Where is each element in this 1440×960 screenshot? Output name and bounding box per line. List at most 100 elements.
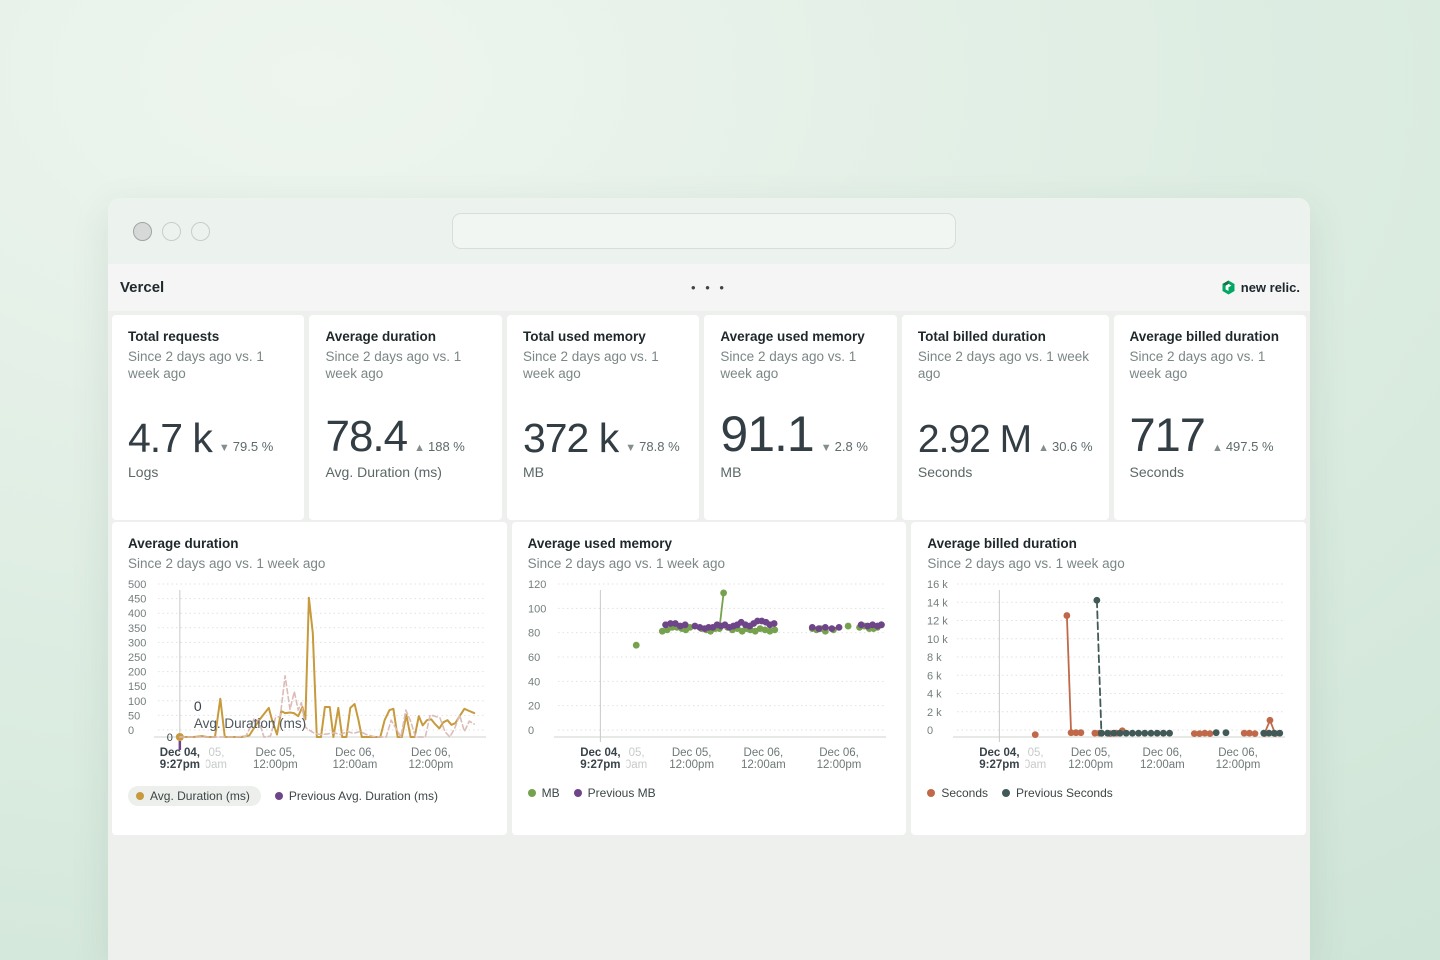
chart-legend: MB Previous MB	[528, 786, 891, 800]
svg-text:12 k: 12 k	[927, 616, 948, 628]
card-unit: MB	[523, 464, 683, 480]
svg-text:2 k: 2 k	[927, 707, 942, 719]
legend-label: Seconds	[941, 786, 988, 800]
card-subtitle: Since 2 days ago vs. 1 week ago	[720, 348, 880, 383]
svg-text:40: 40	[528, 677, 540, 689]
svg-text:Dec 06,: Dec 06,	[335, 747, 375, 759]
window-minimize-button[interactable]	[162, 222, 181, 241]
chart-subtitle: Since 2 days ago vs. 1 week ago	[927, 555, 1290, 573]
svg-text:Dec 06,: Dec 06,	[411, 747, 451, 759]
chart-subtitle: Since 2 days ago vs. 1 week ago	[528, 555, 891, 573]
card-title: Average billed duration	[1130, 329, 1290, 346]
svg-text:8 k: 8 k	[927, 652, 942, 664]
ellipsis-menu-button[interactable]: • • •	[683, 277, 735, 298]
trend-down-icon: ▼	[625, 442, 636, 454]
svg-text:Dec 05,: Dec 05,	[256, 747, 296, 759]
card-unit: Seconds	[1130, 464, 1290, 480]
average-billed-duration-chart[interactable]: 16 k14 k12 k10 k8 k6 k4 k2 k0Dec 06,12:0…	[927, 580, 1289, 776]
svg-text:12:00pm: 12:00pm	[816, 759, 861, 771]
chart-panel-average-used-memory[interactable]: Average used memory Since 2 days ago vs.…	[512, 522, 907, 835]
legend-label: Avg. Duration (ms)	[150, 789, 250, 803]
delta-value: 497.5 %	[1226, 439, 1274, 454]
average-used-memory-chart[interactable]: 120100806040200Dec 06,12:00pmDec 06,12:0…	[528, 580, 890, 776]
card-total-billed-duration[interactable]: Total billed duration Since 2 days ago v…	[902, 315, 1109, 520]
card-total-used-memory[interactable]: Total used memory Since 2 days ago vs. 1…	[507, 315, 699, 520]
trend-up-icon: ▲	[414, 442, 425, 454]
card-unit: Logs	[128, 464, 288, 480]
svg-text:12:00am: 12:00am	[333, 759, 378, 771]
card-unit: MB	[720, 464, 880, 480]
svg-text:0: 0	[167, 732, 173, 744]
card-average-duration[interactable]: Average duration Since 2 days ago vs. 1 …	[309, 315, 501, 520]
svg-text:300: 300	[128, 638, 146, 650]
legend-item[interactable]: Previous Seconds	[1002, 786, 1113, 800]
chart-title: Average used memory	[528, 536, 891, 553]
card-title: Total requests	[128, 329, 288, 346]
svg-text:200: 200	[128, 667, 146, 679]
svg-text:12:00pm: 12:00pm	[408, 759, 453, 771]
svg-text:Dec 05,: Dec 05,	[671, 747, 711, 759]
legend-label: MB	[542, 786, 560, 800]
svg-text:150: 150	[128, 682, 146, 694]
legend-label: Previous Seconds	[1016, 786, 1113, 800]
legend-label: Previous Avg. Duration (ms)	[289, 789, 438, 803]
new-relic-logo: new relic.	[1221, 280, 1300, 295]
legend-item[interactable]: Previous MB	[574, 786, 656, 800]
card-subtitle: Since 2 days ago vs. 1 week ago	[325, 348, 485, 383]
legend-dot-icon	[927, 789, 935, 797]
average-duration-chart[interactable]: 500450400350300250200150100500Dec 06,12:…	[128, 580, 490, 776]
trend-up-icon: ▲	[1212, 442, 1223, 454]
card-value: 372 k	[523, 419, 618, 458]
svg-text:250: 250	[128, 652, 146, 664]
svg-text:Dec 04,: Dec 04,	[980, 747, 1020, 759]
brand-wordmark: new relic.	[1241, 280, 1300, 295]
card-value: 91.1	[720, 411, 813, 459]
svg-text:350: 350	[128, 623, 146, 635]
delta-value: 78.8 %	[639, 439, 679, 454]
chart-subtitle: Since 2 days ago vs. 1 week ago	[128, 555, 491, 573]
svg-text:12:00pm: 12:00pm	[1069, 759, 1114, 771]
card-average-used-memory[interactable]: Average used memory Since 2 days ago vs.…	[704, 315, 896, 520]
chart-legend: Avg. Duration (ms) Previous Avg. Duration…	[128, 786, 491, 806]
delta-value: 188 %	[428, 439, 465, 454]
window-close-button[interactable]	[133, 222, 152, 241]
charts-row: Average duration Since 2 days ago vs. 1 …	[112, 522, 1306, 835]
chart-panel-average-billed-duration[interactable]: Average billed duration Since 2 days ago…	[911, 522, 1306, 835]
svg-text:400: 400	[128, 609, 146, 621]
page-title: Vercel	[120, 279, 164, 296]
legend-item[interactable]: MB	[528, 786, 560, 800]
delta-value: 2.8 %	[835, 439, 868, 454]
svg-text:0: 0	[128, 725, 134, 737]
card-total-requests[interactable]: Total requests Since 2 days ago vs. 1 we…	[112, 315, 304, 520]
delta-value: 79.5 %	[233, 439, 273, 454]
svg-text:9:27pm: 9:27pm	[980, 759, 1020, 771]
card-title: Average used memory	[720, 329, 880, 346]
legend-dot-icon	[136, 792, 144, 800]
chart-panel-average-duration[interactable]: Average duration Since 2 days ago vs. 1 …	[112, 522, 507, 835]
card-title: Average duration	[325, 329, 485, 346]
legend-dot-icon	[528, 789, 536, 797]
card-value: 717	[1130, 413, 1205, 458]
legend-item[interactable]: Previous Avg. Duration (ms)	[275, 789, 438, 803]
trend-down-icon: ▼	[219, 442, 230, 454]
svg-text:12:00pm: 12:00pm	[1216, 759, 1261, 771]
legend-item[interactable]: Seconds	[927, 786, 988, 800]
url-input[interactable]	[452, 213, 956, 249]
legend-dot-icon	[574, 789, 582, 797]
card-unit: Avg. Duration (ms)	[325, 464, 485, 480]
delta-value: 30.6 %	[1052, 439, 1092, 454]
svg-text:Dec 04,: Dec 04,	[580, 747, 620, 759]
svg-text:0: 0	[528, 725, 534, 737]
svg-text:12:00pm: 12:00pm	[253, 759, 298, 771]
browser-titlebar	[108, 198, 1310, 264]
card-value: 78.4	[325, 416, 407, 458]
card-subtitle: Since 2 days ago vs. 1 week ago	[523, 348, 683, 383]
card-average-billed-duration[interactable]: Average billed duration Since 2 days ago…	[1114, 315, 1306, 520]
dashboard-header: Vercel • • • new relic.	[108, 264, 1310, 311]
svg-text:6 k: 6 k	[927, 671, 942, 683]
window-maximize-button[interactable]	[191, 222, 210, 241]
svg-text:4 k: 4 k	[927, 689, 942, 701]
trend-down-icon: ▼	[821, 442, 832, 454]
legend-item[interactable]: Avg. Duration (ms)	[128, 786, 261, 806]
legend-dot-icon	[275, 792, 283, 800]
